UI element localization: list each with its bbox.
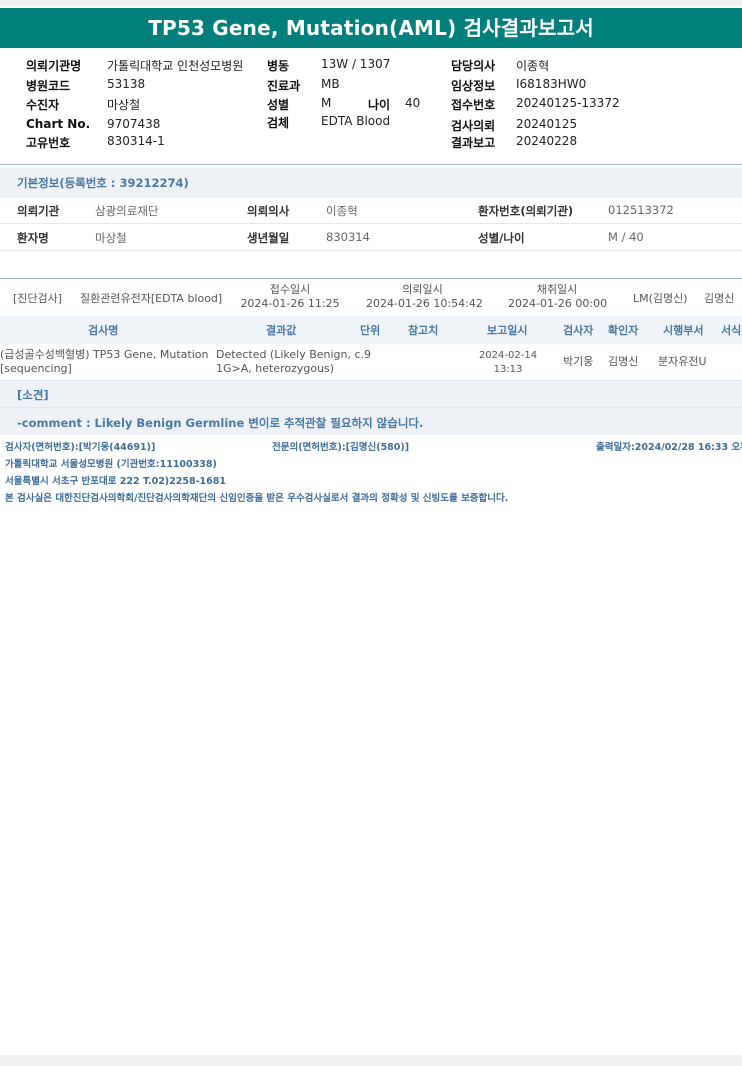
footer-address: 서울특별시 서초구 반포대로 222 T.02)2258-1681: [5, 476, 226, 487]
report-date-value: 20240228: [516, 134, 578, 148]
requesting-org-value: 삼광의료재단: [95, 204, 159, 218]
ward-value: 13W / 1307: [321, 57, 391, 71]
specimen-label: 검체: [267, 116, 290, 130]
findings-title-row: [0, 381, 742, 407]
patient-number-label: 환자번호(의뢰기관): [478, 204, 574, 218]
department-value: MB: [321, 77, 340, 91]
hospital-name-value: 가톨릭대학교 인천성모병원: [107, 59, 244, 73]
specimen-value: EDTA Blood: [321, 114, 391, 128]
clinical-info-label: 임상정보: [451, 79, 496, 93]
findings-comment: -comment : Likely Benign Germline 변이로 추적…: [17, 416, 424, 430]
chart-no-label: Chart No.: [26, 117, 91, 131]
result-value-line: Detected (Likely Benign, c.9: [216, 348, 372, 361]
bottom-strip: [0, 1055, 742, 1066]
requested-value: 2024-01-26 10:54:42: [366, 297, 483, 310]
collected-value: 2024-01-26 00:00: [508, 297, 608, 310]
birth-date-label: 생년월일: [247, 231, 290, 245]
top-strip: [0, 0, 742, 6]
clinical-info-value: I68183HW0: [516, 77, 587, 91]
request-date-label: 검사의뢰: [451, 119, 496, 133]
col-confirmer: 확인자: [608, 324, 639, 337]
diagnosis-top-border: [0, 278, 742, 279]
received-value: 2024-01-26 11:25: [240, 297, 340, 310]
requested-label: 의뢰일시: [402, 283, 443, 296]
unique-id-value: 830314-1: [107, 134, 165, 148]
result-test-name: (급성골수성백혈병) TP53 Gene, Mutation [sequenci…: [0, 348, 212, 376]
report-date-label: 결과보고: [451, 136, 496, 150]
sex-age-label: 성별/나이: [478, 231, 525, 245]
header-divider: [0, 164, 742, 165]
collected-time: 채취일시 2024-01-26 00:00: [508, 283, 608, 311]
patient-label: 수진자: [26, 98, 60, 112]
col-reference: 참고치: [408, 324, 439, 337]
receipt-no-label: 접수번호: [451, 98, 496, 112]
test-name-line: [sequencing]: [0, 362, 72, 375]
hospital-code-value: 53138: [107, 77, 146, 91]
row-divider: [0, 250, 742, 251]
request-date-value: 20240125: [516, 117, 578, 131]
received-label: 접수일시: [269, 283, 311, 296]
basic-info-title: 기본정보(등록번호 : 39212274): [0, 168, 742, 198]
footer-tester: 검사자(면허번호):[박기웅(44691)]: [5, 442, 156, 453]
lab-manager: LM(김명신): [633, 292, 688, 305]
unique-id-label: 고유번호: [26, 136, 71, 150]
collected-label: 채취일시: [536, 283, 578, 296]
result-value: Detected (Likely Benign, c.9 1G>A, heter…: [216, 348, 372, 376]
sex-label: 성별: [267, 98, 290, 112]
age-label: 나이: [368, 98, 391, 112]
requesting-org-label: 의뢰기관: [17, 204, 60, 218]
footer-hospital: 가톨릭대학교 서울성모병원 (기관번호:11100338): [5, 459, 217, 470]
row-divider: [0, 223, 742, 224]
age-value: 40: [405, 96, 421, 110]
doctor-value: 이종혁: [516, 59, 550, 73]
requested-time: 의뢰일시 2024-01-26 10:54:42: [366, 283, 483, 311]
result-confirmer: 김명신: [608, 355, 639, 368]
patient-number-value: 012513372: [608, 203, 674, 217]
col-tester: 검사자: [563, 324, 594, 337]
report-title: TP53 Gene, Mutation(AML) 검사결과보고서: [0, 8, 742, 48]
test-name-line: (급성골수성백혈병) TP53 Gene, Mutation: [0, 348, 209, 361]
patient-value: 마상철: [107, 98, 141, 112]
receipt-no-value: 20240125-13372: [516, 96, 620, 110]
patient-name-value: 마상철: [95, 231, 127, 245]
requesting-doctor-value: 이종혁: [326, 204, 358, 218]
responsible-person: 김명신: [704, 292, 735, 305]
diagnosis-name: 질환관련유전자[EDTA blood]: [80, 292, 223, 305]
findings-title: [소견]: [17, 388, 49, 402]
report-time: 13:13: [493, 364, 523, 375]
col-report-date: 보고일시: [487, 324, 528, 337]
hospital-name-label: 의뢰기관명: [26, 59, 82, 73]
footer-print-date: 출력일자:2024/02/28 16:33 오후: [596, 442, 742, 453]
received-time: 접수일시 2024-01-26 11:25: [240, 283, 340, 311]
col-format: 서식: [721, 324, 742, 337]
diagnosis-type: [진단검사]: [13, 292, 63, 305]
footer-certification: 본 검사실은 대한진단검사의학회/진단검사의학재단의 신임인증을 받은 우수검사…: [5, 493, 509, 504]
col-test-name: 검사명: [88, 324, 119, 337]
requesting-doctor-label: 의뢰의사: [247, 204, 290, 218]
patient-name-label: 환자명: [17, 231, 49, 245]
report-date: 2024-02-14: [478, 350, 538, 361]
chart-no-value: 9707438: [107, 117, 161, 131]
sex-value: M: [321, 96, 332, 110]
col-department: 시행부서: [663, 324, 704, 337]
hospital-code-label: 병원코드: [26, 79, 71, 93]
result-department: 분자유전U: [658, 355, 707, 368]
ward-label: 병동: [267, 59, 290, 73]
result-value-line: 1G>A, heterozygous): [216, 362, 335, 375]
col-unit: 단위: [360, 324, 381, 337]
footer-specialist: 전문의(면허번호):[김명신(580)]: [272, 442, 410, 453]
result-report-datetime: 2024-02-14 13:13: [476, 349, 540, 377]
department-label: 진료과: [267, 79, 301, 93]
birth-date-value: 830314: [326, 230, 370, 244]
doctor-label: 담당의사: [451, 59, 496, 73]
result-tester: 박기웅: [563, 355, 594, 368]
col-result: 결과값: [266, 324, 297, 337]
sex-age-value: M / 40: [608, 230, 644, 244]
